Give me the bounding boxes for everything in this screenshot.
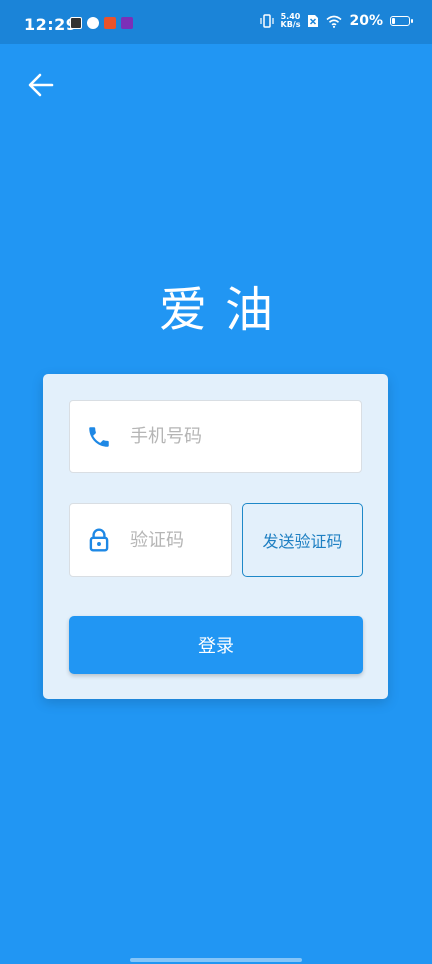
- status-bar: 12:29 5.40 KB/s 20%: [0, 0, 432, 44]
- phone-input[interactable]: [128, 425, 361, 448]
- battery-level: [392, 18, 395, 24]
- phone-field[interactable]: [69, 400, 362, 473]
- code-input[interactable]: [128, 528, 231, 552]
- app-title: 爱油: [158, 282, 291, 338]
- send-code-button[interactable]: 发送验证码: [242, 503, 363, 577]
- status-right: 5.40 KB/s 20%: [259, 13, 413, 29]
- login-button[interactable]: 登录: [69, 616, 363, 674]
- lock-icon: [89, 528, 109, 552]
- code-field[interactable]: [69, 503, 232, 577]
- back-button[interactable]: [24, 68, 58, 102]
- network-speed: 5.40 KB/s: [281, 13, 301, 29]
- home-indicator[interactable]: [130, 958, 302, 962]
- no-sim-icon: [308, 15, 319, 27]
- phone-icon: [89, 426, 109, 447]
- video-app-icon: [70, 17, 82, 29]
- login-card: 发送验证码 登录: [43, 374, 388, 699]
- notification-icons: [70, 17, 133, 29]
- game-app-icon: [121, 17, 133, 29]
- battery-icon: [390, 16, 413, 26]
- cloud-app-icon: [87, 17, 99, 29]
- vibrate-icon: [259, 14, 274, 28]
- wifi-icon: [326, 15, 343, 28]
- shop-app-icon: [104, 17, 116, 29]
- network-speed-unit: KB/s: [280, 20, 301, 29]
- arrow-left-icon: [28, 73, 54, 97]
- battery-percent: 20%: [349, 13, 383, 29]
